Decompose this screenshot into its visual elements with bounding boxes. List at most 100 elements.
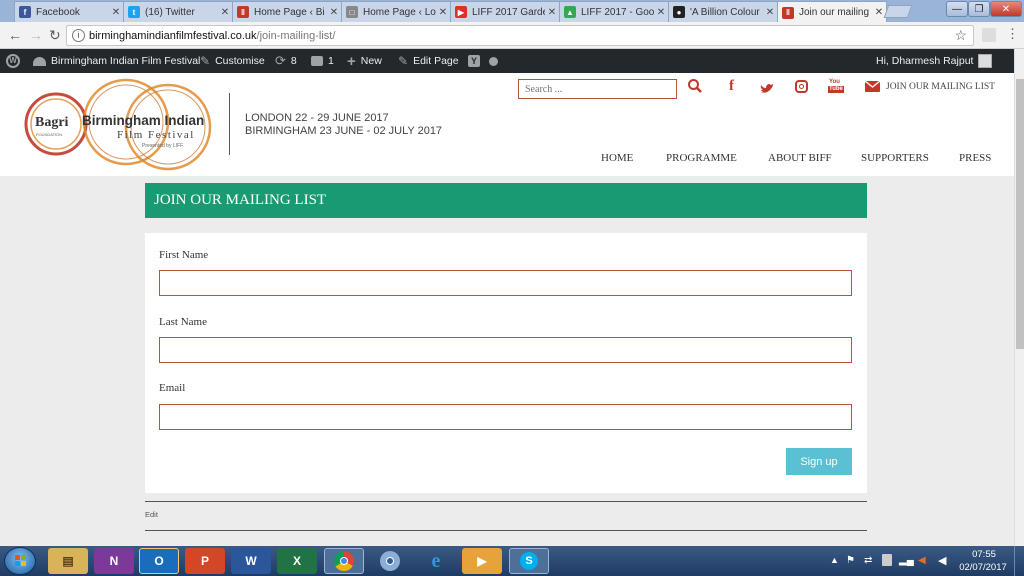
browser-tab[interactable]: □ Home Page ‹ Lo ✕ bbox=[341, 1, 451, 22]
facebook-icon: f bbox=[19, 6, 31, 18]
menu-icon[interactable]: ⋮ bbox=[1006, 26, 1019, 42]
signal-icon[interactable]: ▂▄ bbox=[899, 555, 914, 566]
chrome-icon[interactable] bbox=[324, 548, 364, 574]
tab-label: LIFF 2017 Garde bbox=[472, 6, 545, 18]
envelope-icon[interactable] bbox=[865, 81, 880, 92]
page-icon: □ bbox=[346, 6, 358, 18]
info-icon[interactable]: i bbox=[72, 29, 85, 42]
wp-greeting: Hi, Dharmesh Rajput bbox=[876, 55, 974, 67]
tab-label: Join our mailing bbox=[799, 7, 870, 18]
nav-home[interactable]: HOME bbox=[601, 152, 633, 164]
minimize-button[interactable]: — bbox=[946, 1, 968, 17]
clock-date[interactable]: 02/07/2017 bbox=[958, 562, 1008, 573]
excel-icon[interactable]: X bbox=[277, 548, 317, 574]
device-icon[interactable] bbox=[882, 554, 892, 566]
wp-new-link[interactable]: + New bbox=[347, 49, 382, 73]
search-icon[interactable] bbox=[687, 78, 703, 94]
word-icon[interactable]: W bbox=[231, 548, 271, 574]
media-player-icon[interactable]: ▶ bbox=[462, 548, 502, 574]
powerpoint-icon[interactable]: P bbox=[185, 548, 225, 574]
browser-tab[interactable]: f Facebook ✕ bbox=[14, 1, 124, 22]
close-tab-icon[interactable]: ✕ bbox=[327, 7, 341, 18]
nav-about-biff[interactable]: ABOUT BIFF bbox=[768, 152, 832, 164]
address-bar-row: ← → ↻ i birminghamindianfilmfestival.co.… bbox=[0, 22, 1024, 49]
instagram-icon[interactable] bbox=[795, 80, 808, 93]
internet-explorer-icon[interactable]: e bbox=[416, 548, 456, 574]
first-name-label: First Name bbox=[159, 249, 209, 261]
url-domain: birminghamindianfilmfestival.co.uk bbox=[89, 29, 257, 42]
edit-link[interactable]: Edit bbox=[145, 510, 158, 519]
logo-title: Birmingham Indian bbox=[82, 113, 205, 128]
flag-icon[interactable]: ⚑ bbox=[846, 555, 855, 566]
nav-programme[interactable]: PROGRAMME bbox=[666, 152, 737, 164]
seo-status-icon bbox=[489, 49, 498, 73]
browser-tab[interactable]: ▲ LIFF 2017 - Goo ✕ bbox=[559, 1, 669, 22]
browser-tab[interactable]: ▶ LIFF 2017 Garde ✕ bbox=[450, 1, 560, 22]
plus-icon: + bbox=[347, 52, 356, 70]
tray-expand-icon[interactable]: ▲ bbox=[830, 555, 839, 565]
wp-account-link[interactable]: Hi, Dharmesh Rajput bbox=[876, 49, 993, 73]
signup-button[interactable]: Sign up bbox=[786, 448, 852, 475]
close-tab-icon[interactable]: ✕ bbox=[654, 7, 668, 18]
browser-tab[interactable]: t (16) Twitter ✕ bbox=[123, 1, 233, 22]
clock-time[interactable]: 07:55 bbox=[968, 549, 1000, 560]
power-warning-icon[interactable]: ◀ bbox=[918, 555, 926, 566]
browser-tab[interactable]: ‖ Join our mailing ✕ bbox=[777, 1, 887, 23]
wordpress-logo-icon[interactable]: W bbox=[6, 49, 20, 73]
new-tab-button[interactable] bbox=[883, 5, 913, 18]
last-name-label: Last Name bbox=[159, 316, 207, 328]
wp-admin-bar: W Birmingham Indian Film Festival ✎ Cust… bbox=[0, 49, 1024, 73]
wp-updates-link[interactable]: ⟳ 8 bbox=[275, 49, 297, 73]
close-tab-icon[interactable]: ✕ bbox=[109, 7, 123, 18]
forward-icon[interactable]: → bbox=[29, 27, 43, 43]
join-mailing-list-link[interactable]: JOIN OUR MAILING LIST bbox=[886, 82, 995, 92]
yoast-icon[interactable]: Y bbox=[468, 49, 480, 73]
chrome-canary-icon[interactable] bbox=[370, 548, 410, 574]
bookmark-star-icon[interactable]: ☆ bbox=[954, 27, 967, 44]
skype-icon[interactable]: S bbox=[509, 548, 549, 574]
close-tab-icon[interactable]: ✕ bbox=[436, 7, 450, 18]
youtube-icon[interactable]: You Tube bbox=[828, 79, 844, 94]
url-input[interactable]: i birminghamindianfilmfestival.co.uk/joi… bbox=[66, 25, 974, 46]
start-button[interactable] bbox=[4, 547, 36, 575]
nav-supporters[interactable]: SUPPORTERS bbox=[861, 152, 929, 164]
wp-updates-count: 8 bbox=[290, 55, 297, 67]
close-tab-icon[interactable]: ✕ bbox=[545, 7, 559, 18]
show-desktop-button[interactable] bbox=[1014, 546, 1024, 576]
facebook-icon[interactable]: f bbox=[729, 78, 734, 95]
file-explorer-icon[interactable]: ▤ bbox=[48, 548, 88, 574]
close-window-button[interactable]: ✕ bbox=[990, 1, 1022, 17]
nav-press[interactable]: PRESS bbox=[959, 152, 991, 164]
wp-edit-page-link[interactable]: ✎ Edit Page bbox=[398, 49, 459, 73]
volume-icon[interactable]: ◀ bbox=[938, 554, 946, 567]
site-logo[interactable]: Bagri FOUNDATION Birmingham Indian Film … bbox=[22, 77, 220, 175]
back-icon[interactable]: ← bbox=[8, 27, 22, 43]
close-tab-icon[interactable]: ✕ bbox=[218, 7, 232, 18]
search-input[interactable] bbox=[518, 79, 677, 99]
maximize-button[interactable]: ❐ bbox=[968, 1, 990, 17]
last-name-field[interactable] bbox=[159, 337, 852, 363]
logo-bagri-text: Bagri bbox=[35, 115, 69, 130]
outlook-icon[interactable]: O bbox=[139, 548, 179, 574]
extension-icon[interactable] bbox=[982, 28, 996, 42]
twitter-icon[interactable] bbox=[760, 81, 774, 93]
page-scrollbar[interactable] bbox=[1014, 49, 1024, 546]
wp-site-link[interactable]: Birmingham Indian Film Festival bbox=[33, 49, 200, 73]
browser-tab[interactable]: ‖ Home Page ‹ Bi ✕ bbox=[232, 1, 342, 22]
pencil-icon: ✎ bbox=[398, 54, 409, 68]
circle-icon: ● bbox=[673, 6, 685, 18]
close-tab-icon[interactable]: ✕ bbox=[763, 7, 777, 18]
wp-customise-link[interactable]: ✎ Customise bbox=[200, 49, 265, 73]
onenote-icon[interactable]: N bbox=[94, 548, 134, 574]
scrollbar-thumb[interactable] bbox=[1016, 79, 1024, 349]
wp-comments-link[interactable]: 1 bbox=[311, 49, 334, 73]
network-share-icon[interactable]: ⇄ bbox=[864, 555, 872, 566]
divider bbox=[145, 530, 867, 531]
reload-icon[interactable]: ↻ bbox=[49, 27, 61, 44]
browser-tab[interactable]: ● 'A Billion Colour ✕ bbox=[668, 1, 778, 22]
email-field[interactable] bbox=[159, 404, 852, 430]
wp-site-name: Birmingham Indian Film Festival bbox=[51, 55, 201, 67]
tab-label: Home Page ‹ Bi bbox=[254, 6, 325, 18]
wp-new-label: New bbox=[360, 55, 382, 67]
first-name-field[interactable] bbox=[159, 270, 852, 296]
